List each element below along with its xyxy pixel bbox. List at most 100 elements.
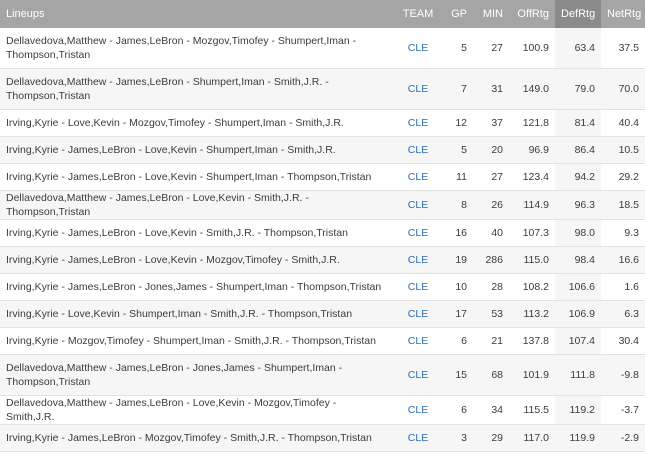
cell-netrtg: -2.9 [601, 424, 645, 452]
cell-netrtg: 6.3 [601, 300, 645, 328]
cell-gp: 6 [443, 395, 473, 425]
cell-min: 27 [473, 28, 509, 69]
column-header-offrtg[interactable]: OffRtg [509, 0, 555, 28]
cell-min: 27 [473, 163, 509, 191]
column-header-min[interactable]: MIN [473, 0, 509, 28]
cell-min: 34 [473, 395, 509, 425]
cell-netrtg: 37.5 [601, 28, 645, 69]
cell-gp: 5 [443, 28, 473, 69]
cell-min: 28 [473, 273, 509, 301]
cell-gp: 5 [443, 136, 473, 164]
cell-lineup: Irving,Kyrie - Love,Kevin - Shumpert,Ima… [0, 300, 393, 328]
cell-defrtg: 111.8 [555, 354, 601, 396]
cell-gp: 12 [443, 109, 473, 137]
cell-min: 31 [473, 68, 509, 110]
cell-defrtg: 63.4 [555, 28, 601, 69]
column-header-team[interactable]: TEAM [393, 0, 443, 28]
cell-gp: 17 [443, 300, 473, 328]
cell-lineup: Dellavedova,Matthew - James,LeBron - Jon… [0, 354, 393, 396]
cell-lineup: Irving,Kyrie - James,LeBron - Love,Kevin… [0, 246, 393, 274]
cell-defrtg: 94.2 [555, 163, 601, 191]
column-header-gp[interactable]: GP [443, 0, 473, 28]
cell-defrtg: 119.9 [555, 424, 601, 452]
header-row: Lineups TEAM GP MIN OffRtg DefRtg NetRtg [0, 0, 645, 28]
team-link[interactable]: CLE [393, 300, 443, 328]
cell-netrtg: 9.3 [601, 219, 645, 247]
table-row: Irving,Kyrie - Mozgov,Timofey - Shumpert… [0, 327, 645, 355]
cell-min: 26 [473, 190, 509, 220]
table-row: Irving,Kyrie - Love,Kevin - Shumpert,Ima… [0, 300, 645, 328]
cell-lineup: Irving,Kyrie - Mozgov,Timofey - Shumpert… [0, 327, 393, 355]
cell-lineup: Irving,Kyrie - James,LeBron - Love,Kevin… [0, 219, 393, 247]
cell-netrtg: -9.8 [601, 354, 645, 396]
cell-netrtg: 1.6 [601, 273, 645, 301]
cell-offrtg: 108.2 [509, 273, 555, 301]
column-header-lineups[interactable]: Lineups [0, 0, 393, 28]
table-row: Dellavedova,Matthew - James,LeBron - Moz… [0, 28, 645, 69]
cell-min: 40 [473, 219, 509, 247]
cell-offrtg: 107.3 [509, 219, 555, 247]
cell-defrtg: 106.6 [555, 273, 601, 301]
cell-defrtg: 119.2 [555, 395, 601, 425]
cell-lineup: Irving,Kyrie - Love,Kevin - Mozgov,Timof… [0, 109, 393, 137]
cell-netrtg: 16.6 [601, 246, 645, 274]
cell-lineup: Dellavedova,Matthew - James,LeBron - Moz… [0, 28, 393, 69]
team-link[interactable]: CLE [393, 28, 443, 69]
cell-offrtg: 121.8 [509, 109, 555, 137]
table-row: Irving,Kyrie - James,LeBron - Jones,Jame… [0, 273, 645, 301]
cell-gp: 16 [443, 219, 473, 247]
team-link[interactable]: CLE [393, 136, 443, 164]
cell-netrtg: 29.2 [601, 163, 645, 191]
cell-min: 286 [473, 246, 509, 274]
table-row: Dellavedova,Matthew - James,LeBron - Jon… [0, 354, 645, 396]
cell-netrtg: 10.5 [601, 136, 645, 164]
cell-gp: 11 [443, 163, 473, 191]
cell-gp: 19 [443, 246, 473, 274]
cell-offrtg: 114.9 [509, 190, 555, 220]
cell-lineup: Irving,Kyrie - James,LeBron - Jones,Jame… [0, 273, 393, 301]
cell-offrtg: 123.4 [509, 163, 555, 191]
cell-gp: 3 [443, 424, 473, 452]
team-link[interactable]: CLE [393, 68, 443, 110]
cell-offrtg: 115.5 [509, 395, 555, 425]
team-link[interactable]: CLE [393, 163, 443, 191]
team-link[interactable]: CLE [393, 190, 443, 220]
cell-defrtg: 98.0 [555, 219, 601, 247]
team-link[interactable]: CLE [393, 354, 443, 396]
team-link[interactable]: CLE [393, 219, 443, 247]
cell-gp: 6 [443, 327, 473, 355]
cell-gp: 7 [443, 68, 473, 110]
cell-min: 21 [473, 327, 509, 355]
table-row: Irving,Kyrie - James,LeBron - Love,Kevin… [0, 163, 645, 191]
cell-defrtg: 98.4 [555, 246, 601, 274]
team-link[interactable]: CLE [393, 246, 443, 274]
cell-netrtg: 30.4 [601, 327, 645, 355]
cell-min: 37 [473, 109, 509, 137]
table-row: Irving,Kyrie - James,LeBron - Love,Kevin… [0, 136, 645, 164]
cell-defrtg: 79.0 [555, 68, 601, 110]
column-header-defrtg[interactable]: DefRtg [555, 0, 601, 28]
team-link[interactable]: CLE [393, 327, 443, 355]
cell-offrtg: 113.2 [509, 300, 555, 328]
cell-offrtg: 149.0 [509, 68, 555, 110]
cell-offrtg: 137.8 [509, 327, 555, 355]
table-row: Irving,Kyrie - James,LeBron - Love,Kevin… [0, 246, 645, 274]
team-link[interactable]: CLE [393, 273, 443, 301]
cell-defrtg: 81.4 [555, 109, 601, 137]
cell-defrtg: 106.9 [555, 300, 601, 328]
team-link[interactable]: CLE [393, 109, 443, 137]
cell-offrtg: 101.9 [509, 354, 555, 396]
team-link[interactable]: CLE [393, 395, 443, 425]
cell-netrtg: 18.5 [601, 190, 645, 220]
cell-defrtg: 86.4 [555, 136, 601, 164]
table-body: Dellavedova,Matthew - James,LeBron - Moz… [0, 28, 645, 452]
cell-netrtg: 70.0 [601, 68, 645, 110]
team-link[interactable]: CLE [393, 424, 443, 452]
cell-gp: 10 [443, 273, 473, 301]
cell-lineup: Irving,Kyrie - James,LeBron - Love,Kevin… [0, 163, 393, 191]
cell-lineup: Irving,Kyrie - James,LeBron - Love,Kevin… [0, 136, 393, 164]
table-row: Dellavedova,Matthew - James,LeBron - Lov… [0, 190, 645, 220]
cell-gp: 15 [443, 354, 473, 396]
table-row: Irving,Kyrie - James,LeBron - Mozgov,Tim… [0, 424, 645, 452]
column-header-netrtg[interactable]: NetRtg [601, 0, 645, 28]
